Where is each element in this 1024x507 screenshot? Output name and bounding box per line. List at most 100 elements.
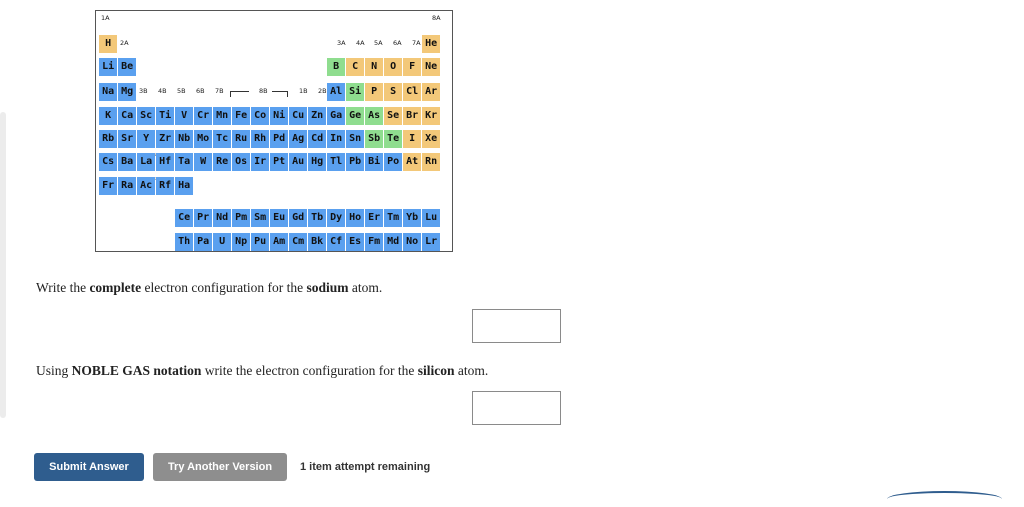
element-te: Te — [384, 130, 403, 148]
element-ne: Ne — [422, 58, 441, 76]
element-cm: Cm — [289, 233, 308, 251]
element-rh: Rh — [251, 130, 270, 148]
element-nb: Nb — [175, 130, 194, 148]
element-la: La — [137, 153, 156, 171]
group-label-4b: 4B — [158, 87, 167, 95]
element-zn: Zn — [308, 107, 327, 125]
element-sm: Sm — [251, 209, 270, 227]
element-i: I — [403, 130, 422, 148]
element-s: S — [384, 83, 403, 101]
element-br: Br — [403, 107, 422, 125]
element-cd: Cd — [308, 130, 327, 148]
element-bi: Bi — [365, 153, 384, 171]
element-kr: Kr — [422, 107, 441, 125]
element-he: He — [422, 35, 441, 53]
element-ho: Ho — [346, 209, 365, 227]
group-label-5a: 5A — [374, 39, 383, 47]
element-ra: Ra — [118, 177, 137, 195]
group-label-5b: 5B — [177, 87, 186, 95]
sodium-configuration-input[interactable] — [472, 309, 561, 343]
element-sr: Sr — [118, 130, 137, 148]
element-bk: Bk — [308, 233, 327, 251]
element-gd: Gd — [289, 209, 308, 227]
element-cf: Cf — [327, 233, 346, 251]
element-xe: Xe — [422, 130, 441, 148]
group-label-2b: 2B — [318, 87, 327, 95]
group-label-2a: 2A — [120, 39, 129, 47]
element-sb: Sb — [365, 130, 384, 148]
group-label-8b: 8B — [259, 87, 268, 95]
element-rf: Rf — [156, 177, 175, 195]
element-pt: Pt — [270, 153, 289, 171]
group-label-6a: 6A — [393, 39, 402, 47]
group-label-1a: 1A — [101, 14, 110, 22]
element-tl: Tl — [327, 153, 346, 171]
element-ge: Ge — [346, 107, 365, 125]
element-ru: Ru — [232, 130, 251, 148]
element-k: K — [99, 107, 118, 125]
element-cs: Cs — [99, 153, 118, 171]
try-another-version-button[interactable]: Try Another Version — [153, 453, 287, 481]
group-label-6b: 6B — [196, 87, 205, 95]
element-cr: Cr — [194, 107, 213, 125]
attempts-remaining-text: 1 item attempt remaining — [300, 461, 431, 473]
element-pm: Pm — [232, 209, 251, 227]
group-label-7a: 7A — [412, 39, 421, 47]
element-pd: Pd — [270, 130, 289, 148]
element-rn: Rn — [422, 153, 441, 171]
element-y: Y — [137, 130, 156, 148]
element-v: V — [175, 107, 194, 125]
element-fr: Fr — [99, 177, 118, 195]
group-8b-bracket-right — [272, 91, 288, 97]
element-au: Au — [289, 153, 308, 171]
element-b: B — [327, 58, 346, 76]
element-pb: Pb — [346, 153, 365, 171]
element-tm: Tm — [384, 209, 403, 227]
element-ga: Ga — [327, 107, 346, 125]
element-rb: Rb — [99, 130, 118, 148]
element-hg: Hg — [308, 153, 327, 171]
element-li: Li — [99, 58, 118, 76]
scrollbar-track[interactable] — [0, 112, 6, 418]
element-tc: Tc — [213, 130, 232, 148]
element-f: F — [403, 58, 422, 76]
periodic-table: 1A 2A 3A 4A 5A 6A 7A 8A 3B 4B 5B 6B 7B 8… — [95, 10, 453, 252]
element-ha: Ha — [175, 177, 194, 195]
element-md: Md — [384, 233, 403, 251]
submit-answer-button[interactable]: Submit Answer — [34, 453, 144, 481]
question-1-text: Write the complete electron configuratio… — [36, 280, 383, 295]
element-fm: Fm — [365, 233, 384, 251]
element-be: Be — [118, 58, 137, 76]
element-as: As — [365, 107, 384, 125]
element-dy: Dy — [327, 209, 346, 227]
element-hf: Hf — [156, 153, 175, 171]
element-ag: Ag — [289, 130, 308, 148]
element-es: Es — [346, 233, 365, 251]
element-ca: Ca — [118, 107, 137, 125]
element-fe: Fe — [232, 107, 251, 125]
element-po: Po — [384, 153, 403, 171]
element-mg: Mg — [118, 83, 137, 101]
element-zr: Zr — [156, 130, 175, 148]
element-cl: Cl — [403, 83, 422, 101]
element-os: Os — [232, 153, 251, 171]
element-u: U — [213, 233, 232, 251]
element-er: Er — [365, 209, 384, 227]
element-p: P — [365, 83, 384, 101]
element-am: Am — [270, 233, 289, 251]
element-nd: Nd — [213, 209, 232, 227]
element-si: Si — [346, 83, 365, 101]
element-na: Na — [99, 83, 118, 101]
element-ta: Ta — [175, 153, 194, 171]
element-mn: Mn — [213, 107, 232, 125]
navigation-arc[interactable] — [887, 491, 1002, 507]
element-o: O — [384, 58, 403, 76]
element-in: In — [327, 130, 346, 148]
group-label-3a: 3A — [337, 39, 346, 47]
element-ti: Ti — [156, 107, 175, 125]
group-label-3b: 3B — [139, 87, 148, 95]
group-label-7b: 7B — [215, 87, 224, 95]
element-ni: Ni — [270, 107, 289, 125]
silicon-configuration-input[interactable] — [472, 391, 561, 425]
element-mo: Mo — [194, 130, 213, 148]
